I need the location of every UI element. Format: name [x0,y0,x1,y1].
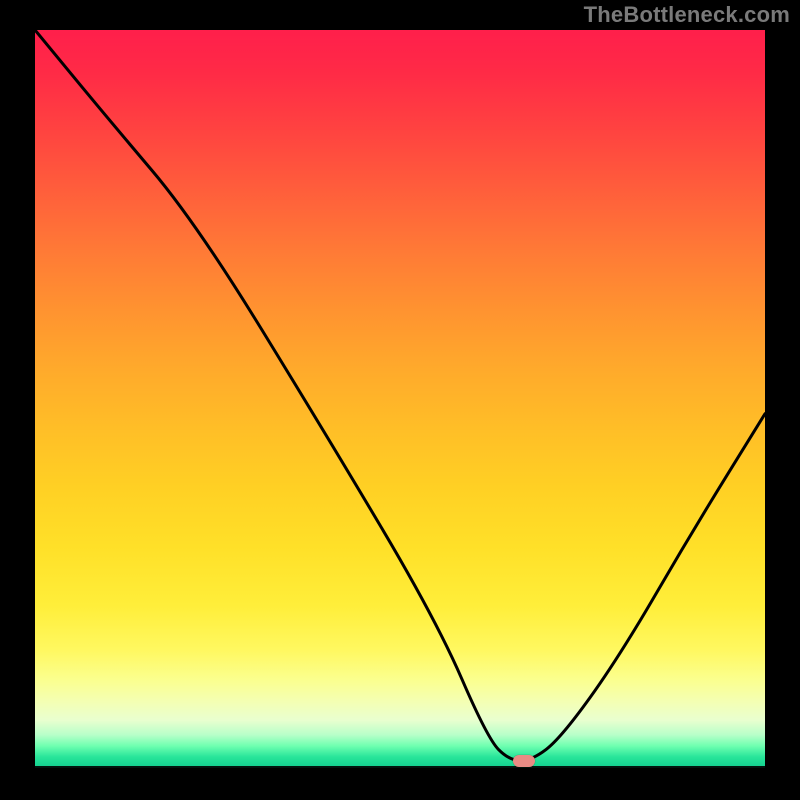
optimal-point-marker [513,755,535,767]
x-axis-baseline [35,766,765,768]
bottleneck-curve [35,30,765,768]
chart-frame: TheBottleneck.com [0,0,800,800]
curve-path [35,30,765,761]
plot-area [35,30,765,768]
watermark-text: TheBottleneck.com [584,2,790,28]
